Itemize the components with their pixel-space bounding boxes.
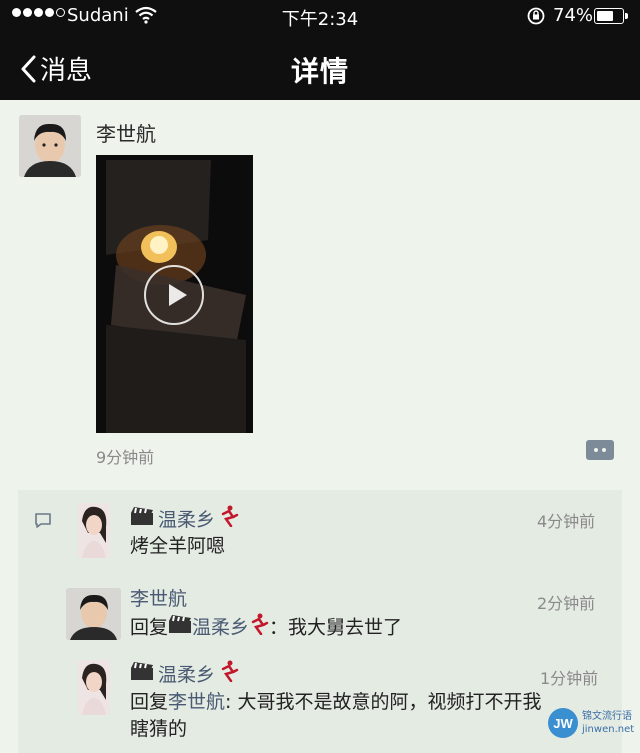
comment-text: 回复李世航: 大哥我不是故意的阿，视频打不开我	[130, 688, 541, 716]
top-bar: Sudani 下午2:34 74% 消息 详情	[0, 0, 640, 100]
play-button-icon[interactable]	[144, 265, 204, 325]
comment-text: 烤全羊阿嗯	[130, 535, 226, 557]
commenter-avatar[interactable]	[66, 588, 121, 640]
reply-prefix: 回复	[130, 691, 169, 713]
comment-author-name: 温柔乡	[158, 664, 216, 686]
watermark-line1: 锦文流行语	[582, 711, 632, 722]
reply-target-name[interactable]: 温柔乡	[192, 617, 249, 639]
page-title: 详情	[290, 55, 349, 88]
comment-text: 回复 温柔乡 ：我大舅去世了	[130, 613, 402, 643]
dancer-emoji-icon	[249, 613, 269, 643]
dancer-emoji-icon	[219, 505, 239, 532]
comment-author[interactable]: 温柔乡	[130, 505, 239, 532]
comment-author[interactable]: 温柔乡	[130, 660, 239, 687]
battery-icon	[594, 8, 628, 24]
post-author-name[interactable]: 李世航	[96, 118, 156, 147]
commenter-avatar[interactable]	[78, 503, 110, 558]
clapperboard-icon	[130, 661, 154, 686]
reply-prefix: 回复	[130, 616, 169, 639]
watermark-logo: JW	[548, 708, 578, 738]
status-bar: Sudani 下午2:34 74%	[0, 0, 640, 36]
reply-text-line1: : 大哥我不是故意的阿，视频打不开我	[225, 691, 542, 713]
comment-more-button[interactable]	[586, 440, 614, 460]
post-time: 9分钟前	[96, 448, 155, 467]
clapperboard-icon	[130, 506, 154, 531]
reply-target-name[interactable]: 李世航	[168, 691, 225, 713]
comment-text-line2: 瞎猜的	[130, 718, 188, 740]
comment-time: 4分钟前	[537, 512, 596, 531]
comment-time: 1分钟前	[540, 669, 599, 688]
comment-author-name: 温柔乡	[158, 509, 216, 531]
comment-icon	[34, 512, 52, 534]
comment-author-name[interactable]: 李世航	[130, 584, 187, 611]
rotation-lock-icon	[526, 6, 546, 31]
reply-text: ：我大舅去世了	[269, 616, 403, 639]
commenter-avatar[interactable]	[78, 660, 110, 715]
navigation-bar: 消息 详情	[0, 40, 640, 96]
battery-percent: 74%	[553, 5, 594, 26]
comment-time: 2分钟前	[537, 594, 596, 613]
clapperboard-icon	[168, 614, 192, 642]
author-avatar[interactable]	[19, 115, 81, 177]
watermark: JW 锦文流行语 jinwen.net	[548, 708, 634, 738]
dancer-emoji-icon	[219, 660, 239, 687]
watermark-line2: jinwen.net	[582, 724, 635, 735]
